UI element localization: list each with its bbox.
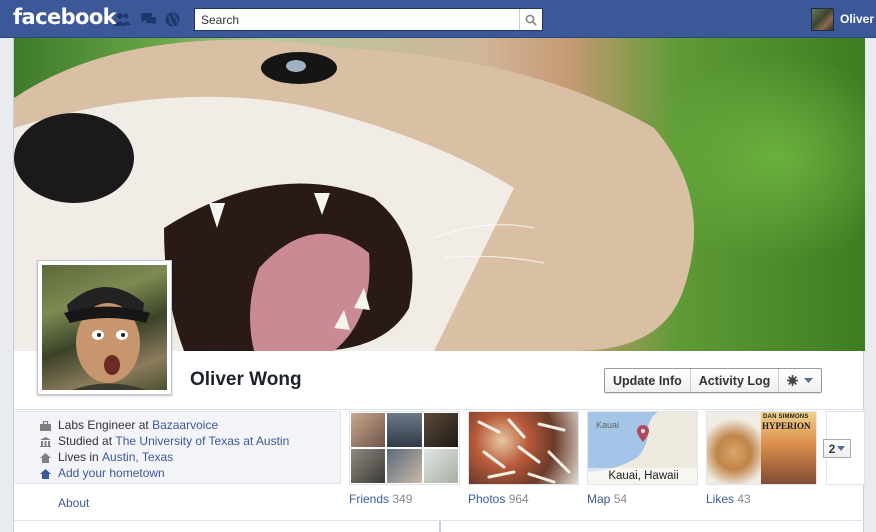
divider <box>14 409 865 410</box>
likes-thumbnail-book: DAN SIMMONS HYPERION <box>761 412 816 484</box>
profile-picture-image <box>42 265 167 390</box>
school-line: Studied at The University of Texas at Au… <box>40 433 289 448</box>
friends-label: Friends <box>349 492 390 506</box>
about-link[interactable]: About <box>58 496 89 510</box>
lives-prefix: Lives in <box>58 449 99 464</box>
timeline-main: Oliver Wong Update Info Activity Log Lab… <box>13 38 865 532</box>
profile-actions: Update Info Activity Log <box>604 368 823 393</box>
add-hometown-link[interactable]: Add your hometown <box>58 466 165 480</box>
more-apps-button[interactable]: 2 <box>823 439 851 458</box>
hometown-house-icon <box>40 468 51 479</box>
likes-thumbnail-puppy <box>707 412 762 484</box>
book-author: DAN SIMMONS <box>763 414 809 420</box>
friends-thumbnails <box>350 412 459 484</box>
photos-label: Photos <box>468 492 506 506</box>
book-title: HYPERION <box>762 421 811 431</box>
photos-app-label[interactable]: Photos 964 <box>468 492 529 506</box>
user-avatar[interactable] <box>811 8 834 31</box>
briefcase-icon <box>40 420 51 431</box>
chevron-down-icon <box>837 446 846 451</box>
settings-dropdown-button[interactable] <box>779 369 821 392</box>
school-prefix: Studied at <box>58 433 113 448</box>
likes-app-tile[interactable]: DAN SIMMONS HYPERION <box>706 411 817 485</box>
likes-label: Likes <box>706 492 735 506</box>
map-app-label[interactable]: Map 54 <box>587 492 627 506</box>
search-icon <box>525 14 537 26</box>
top-navigation-bar: facebook Oliver <box>0 0 876 38</box>
work-line: Labs Engineer at Bazaarvoice <box>40 417 218 432</box>
user-name-link[interactable]: Oliver <box>840 12 874 26</box>
activity-log-button[interactable]: Activity Log <box>691 369 780 392</box>
map-pin-icon <box>637 425 649 442</box>
about-summary: Labs Engineer at Bazaarvoice Studied at … <box>14 411 341 484</box>
friends-icon[interactable] <box>114 12 131 26</box>
work-link[interactable]: Bazaarvoice <box>152 418 218 432</box>
photos-thumbnail <box>477 418 571 484</box>
likes-count: 43 <box>737 492 751 506</box>
photos-count: 964 <box>508 492 529 506</box>
profile-picture[interactable] <box>37 260 172 395</box>
photos-app-tile[interactable] <box>468 411 579 485</box>
notifications-globe-icon[interactable] <box>165 12 181 27</box>
likes-app-label[interactable]: Likes 43 <box>706 492 751 506</box>
lives-line: Lives in Austin, Texas <box>40 449 173 464</box>
search-input[interactable] <box>195 9 517 30</box>
friends-count: 349 <box>392 492 413 506</box>
map-label: Map <box>587 492 611 506</box>
map-app-tile[interactable]: Kauai Kauai, Hawaii <box>587 411 698 485</box>
map-caption: Kauai, Hawaii <box>588 468 697 484</box>
chevron-down-icon <box>804 377 814 383</box>
timeline-spine <box>439 521 441 532</box>
friends-app-label[interactable]: Friends 349 <box>349 492 412 506</box>
school-link[interactable]: The University of Texas at Austin <box>115 434 289 448</box>
gear-icon <box>787 375 799 386</box>
hometown-line: Add your hometown <box>40 465 165 480</box>
school-icon <box>40 436 51 447</box>
friends-app-tile[interactable] <box>349 411 460 485</box>
messages-icon[interactable] <box>140 12 156 26</box>
update-info-button[interactable]: Update Info <box>605 369 691 392</box>
home-icon <box>40 452 51 463</box>
facebook-logo[interactable]: facebook <box>13 5 117 29</box>
more-apps-count: 2 <box>828 441 836 456</box>
lives-link[interactable]: Austin, Texas <box>102 450 173 464</box>
work-prefix: Labs Engineer at <box>58 417 149 432</box>
profile-name[interactable]: Oliver Wong <box>190 369 302 391</box>
search-box <box>194 8 543 31</box>
map-region-label: Kauai <box>596 420 620 430</box>
map-count: 54 <box>613 492 628 506</box>
search-button[interactable] <box>519 9 542 30</box>
